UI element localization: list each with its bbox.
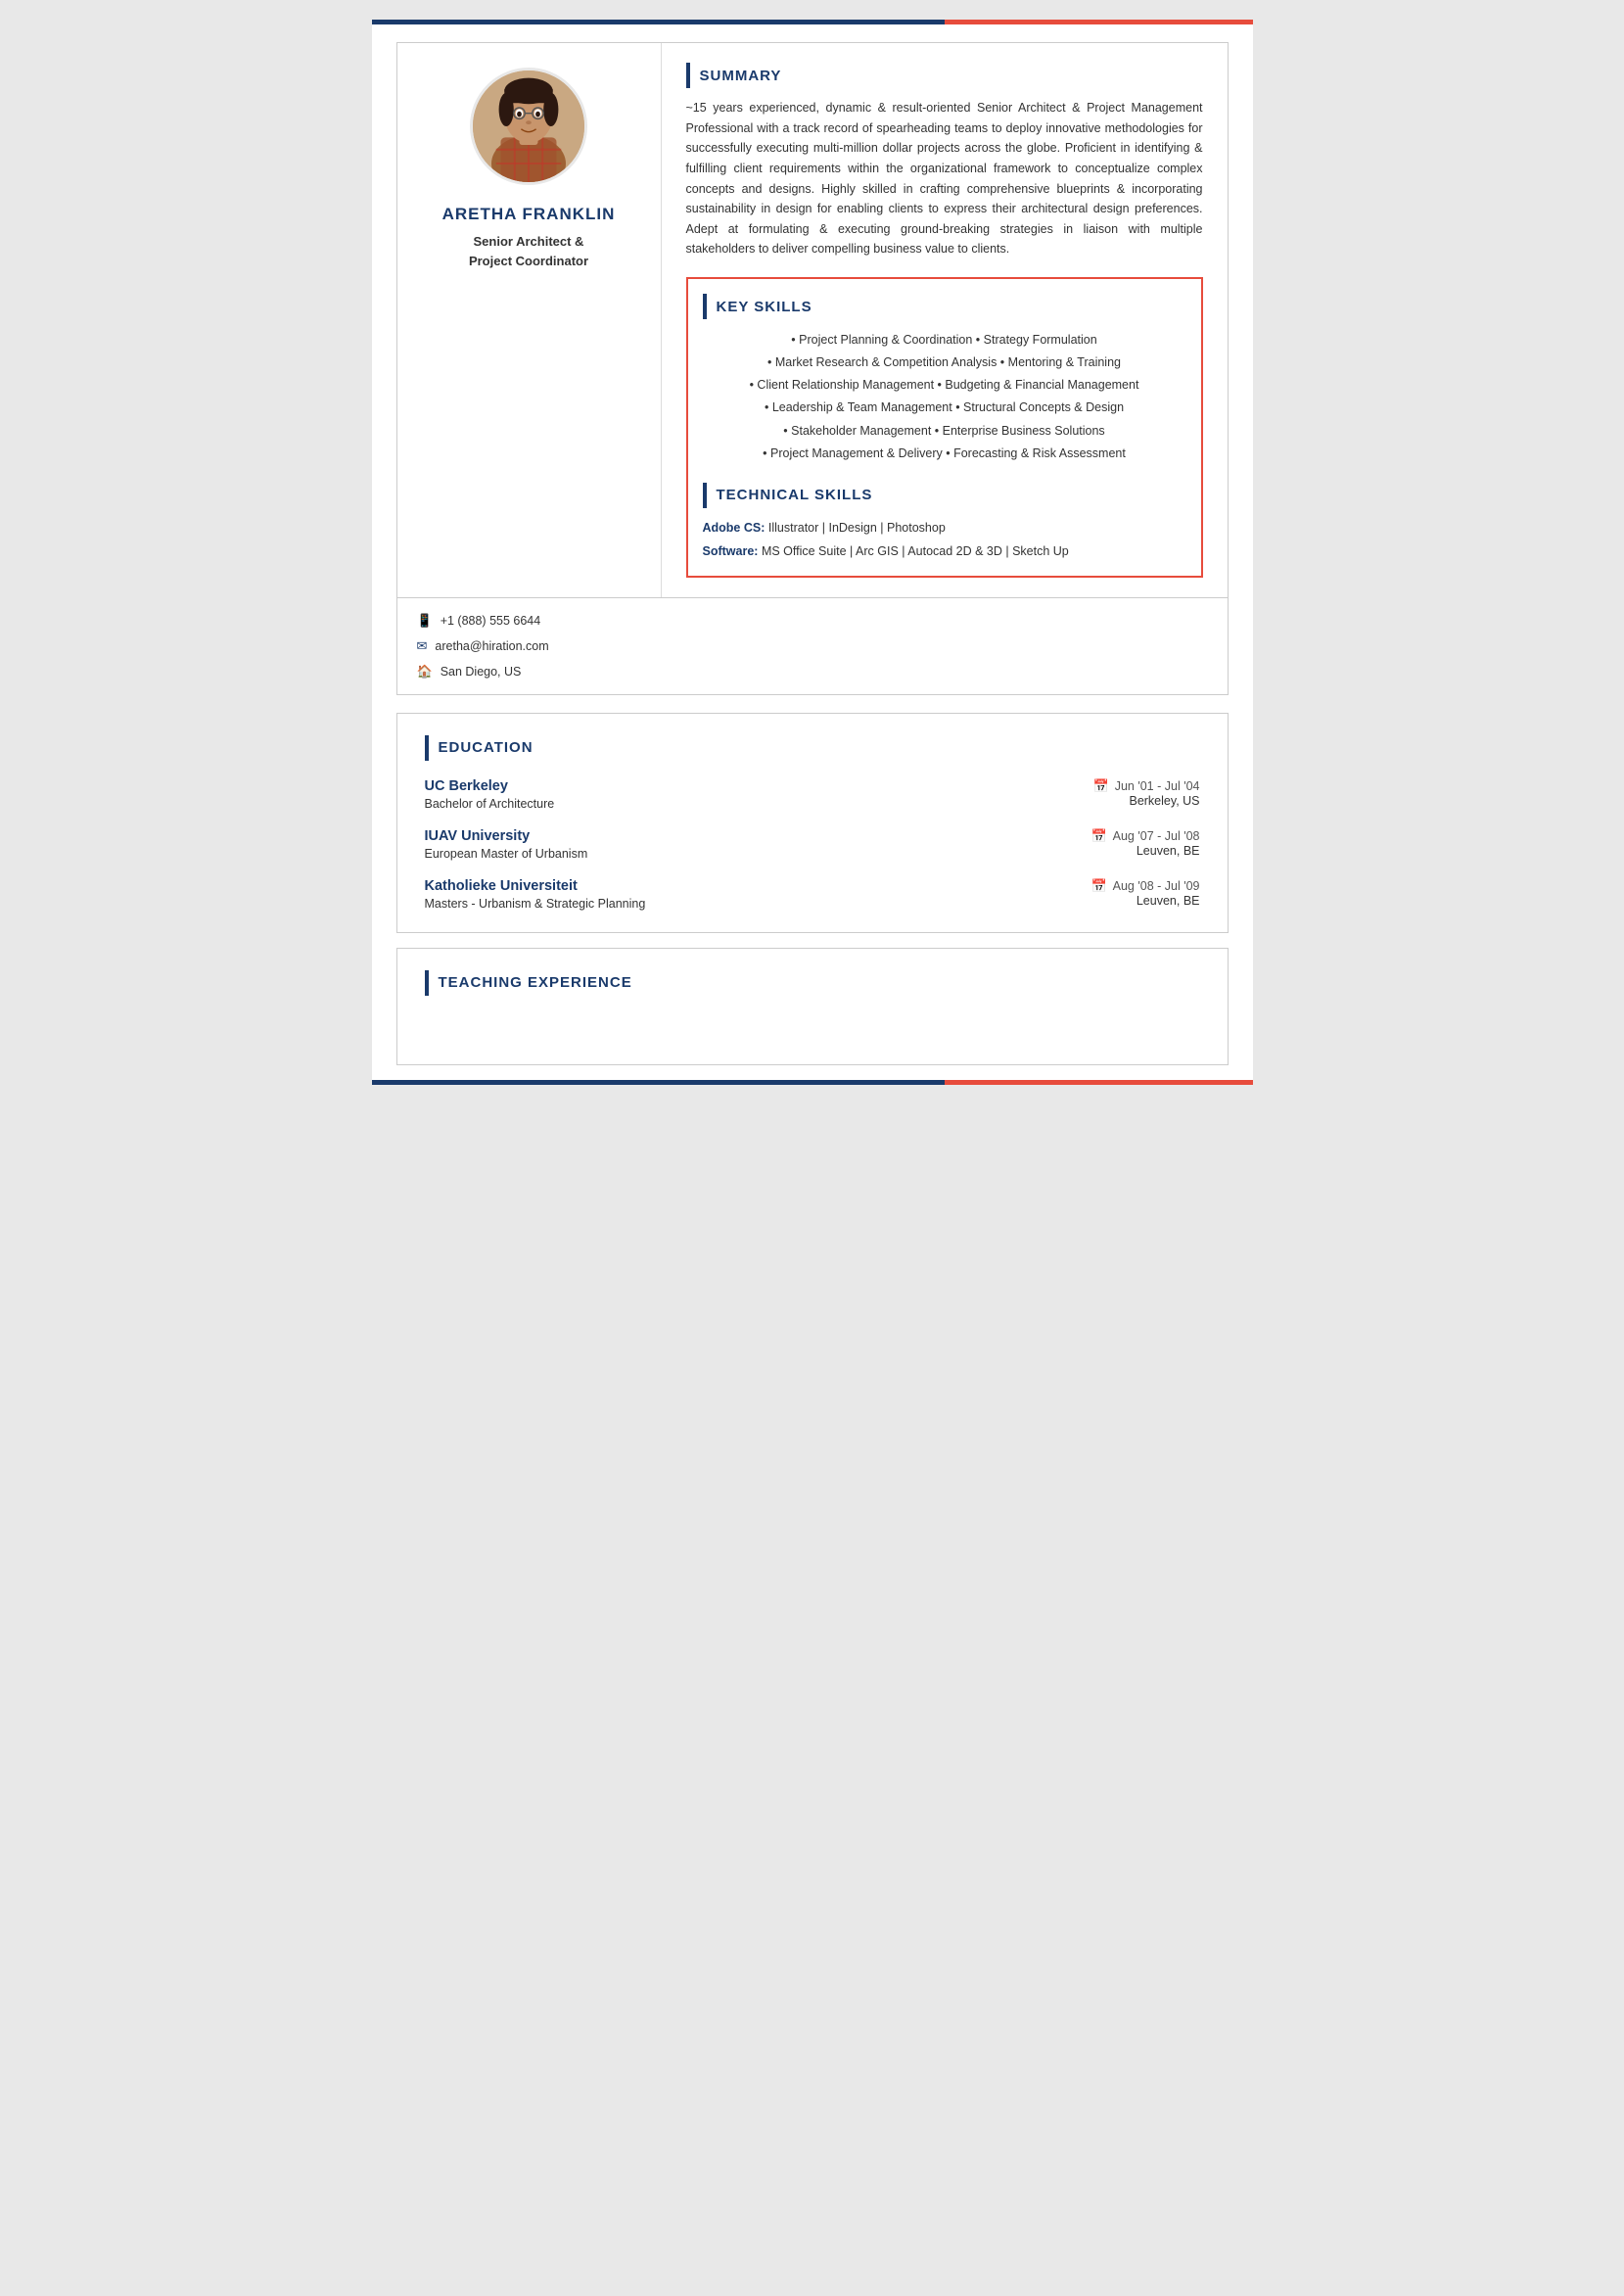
skill-item-1: • Project Planning & Coordination • Stra… [703, 329, 1186, 351]
skills-container: KEY SKILLS • Project Planning & Coordina… [686, 277, 1203, 578]
teaching-title: TEACHING EXPERIENCE [439, 974, 632, 991]
edu-location-2: Leuven, BE [1137, 844, 1200, 861]
edu-date-3: 📅 Aug '08 - Jul '09 [1090, 878, 1199, 894]
skill-item-3: • Client Relationship Management • Budge… [703, 374, 1186, 397]
skill-item-6: • Project Management & Delivery • Foreca… [703, 443, 1186, 465]
key-skills-title: KEY SKILLS [717, 299, 812, 315]
edu-date-1: 📅 Jun '01 - Jul '04 [1093, 778, 1200, 794]
edu-location-1: Berkeley, US [1129, 794, 1199, 811]
edu-degree-1: Bachelor of Architecture [425, 797, 555, 811]
edu-date-2: 📅 Aug '07 - Jul '08 [1090, 828, 1199, 844]
calendar-icon-3: 📅 [1090, 878, 1106, 894]
email-icon: ✉ [417, 638, 428, 654]
section-border-summary [686, 63, 690, 88]
key-skills-list: • Project Planning & Coordination • Stra… [703, 329, 1186, 465]
contact-location: 🏠 San Diego, US [417, 664, 642, 679]
education-item-2: IUAV University 📅 Aug '07 - Jul '08 Euro… [425, 828, 1200, 861]
skill-item-4: • Leadership & Team Management • Structu… [703, 397, 1186, 419]
summary-title: SUMMARY [700, 68, 782, 84]
phone-icon: 📱 [417, 613, 433, 629]
education-section: EDUCATION UC Berkeley 📅 Jun '01 - Jul '0… [396, 713, 1229, 933]
teaching-section: TEACHING EXPERIENCE [396, 948, 1229, 1065]
job-title: Senior Architect & Project Coordinator [469, 232, 588, 270]
education-title: EDUCATION [439, 739, 534, 756]
edu-institution-1: UC Berkeley [425, 778, 508, 794]
section-border-tech-skills [703, 483, 707, 508]
contact-email: ✉ aretha@hiration.com [417, 638, 642, 654]
summary-text: ~15 years experienced, dynamic & result-… [686, 98, 1203, 259]
edu-degree-3: Masters - Urbanism & Strategic Planning [425, 897, 646, 911]
skill-item-5: • Stakeholder Management • Enterprise Bu… [703, 420, 1186, 443]
section-border-education [425, 735, 429, 761]
section-border-teaching [425, 970, 429, 996]
location-icon: 🏠 [417, 664, 433, 679]
tech-skill-1: Adobe CS: Illustrator | InDesign | Photo… [703, 518, 1186, 538]
calendar-icon-1: 📅 [1093, 778, 1109, 794]
tech-skill-2: Software: MS Office Suite | Arc GIS | Au… [703, 541, 1186, 561]
calendar-icon-2: 📅 [1090, 828, 1106, 844]
technical-skills-section: TECHNICAL SKILLS Adobe CS: Illustrator |… [703, 483, 1186, 561]
key-skills-section: KEY SKILLS • Project Planning & Coordina… [703, 294, 1186, 465]
edu-degree-2: European Master of Urbanism [425, 847, 588, 861]
summary-section: SUMMARY ~15 years experienced, dynamic &… [686, 63, 1203, 259]
skill-item-2: • Market Research & Competition Analysis… [703, 351, 1186, 374]
candidate-name: ARETHA FRANKLiN [442, 205, 616, 224]
avatar-image [473, 70, 584, 182]
education-item-1: UC Berkeley 📅 Jun '01 - Jul '04 Bachelor… [425, 778, 1200, 811]
edu-institution-3: Katholieke Universiteit [425, 878, 578, 894]
edu-location-3: Leuven, BE [1137, 894, 1200, 911]
education-item-3: Katholieke Universiteit 📅 Aug '08 - Jul … [425, 878, 1200, 911]
technical-skills-title: TECHNICAL SKILLS [717, 487, 873, 503]
edu-institution-2: IUAV University [425, 828, 531, 844]
contact-phone: 📱 +1 (888) 555 6644 [417, 613, 642, 629]
section-border-key-skills [703, 294, 707, 319]
